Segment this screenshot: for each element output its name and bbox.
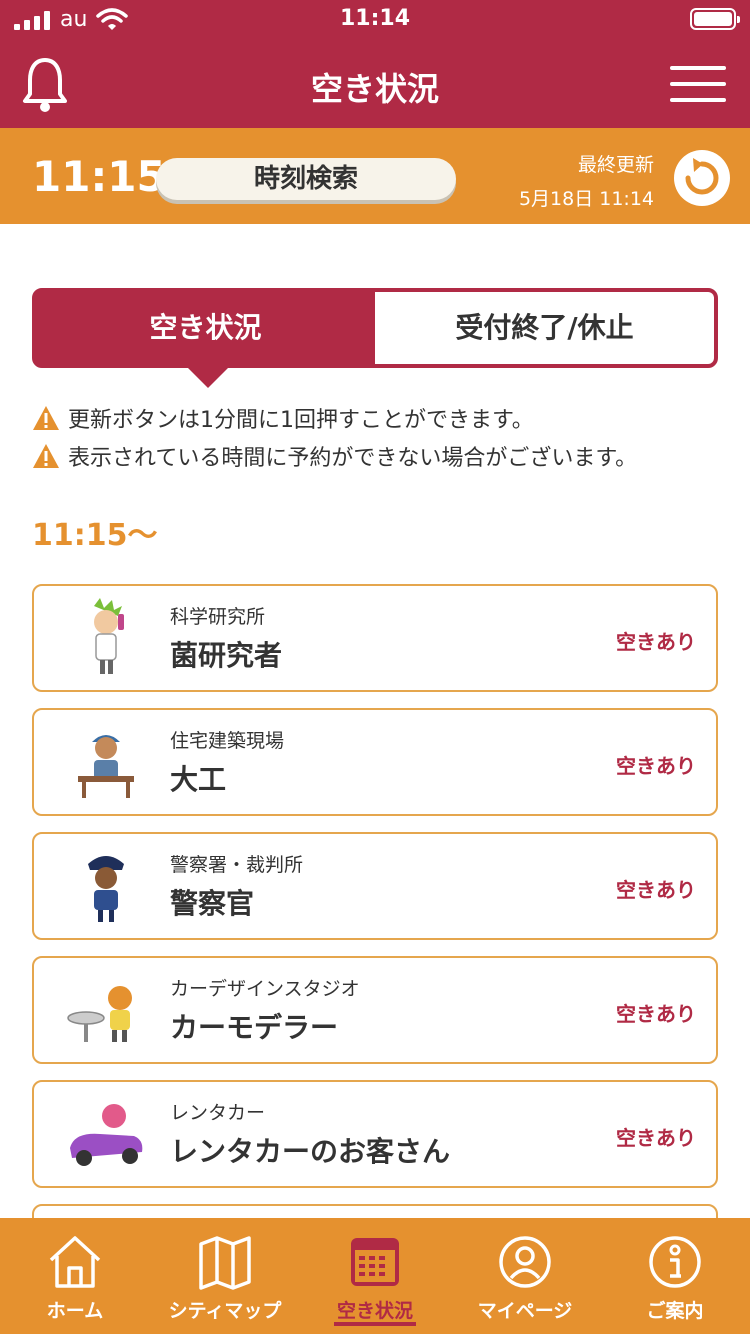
availability-badge: 空きあり <box>616 1126 696 1150</box>
refresh-icon <box>685 158 719 195</box>
status-tabs: 空き状況 受付終了/休止 <box>32 288 718 368</box>
job-card[interactable]: レンタカー レンタカーのお客さん 空きあり <box>32 1080 718 1188</box>
tab-availability[interactable]: 空き状況 <box>36 292 375 364</box>
last-updated-value: 5月18日 11:14 <box>518 188 654 210</box>
last-updated-label: 最終更新 <box>577 154 654 176</box>
nav-home[interactable]: ホーム <box>0 1218 150 1334</box>
card-location: 科学研究所 <box>170 606 266 628</box>
home-icon <box>49 1236 101 1288</box>
tab-closed[interactable]: 受付終了/休止 <box>375 292 714 364</box>
availability-badge: 空きあり <box>616 630 696 654</box>
time-bar: 11:15 時刻検索 最終更新 5月18日 11:14 <box>0 128 750 224</box>
nav-label: ホーム <box>46 1300 104 1322</box>
availability-badge: 空きあり <box>616 1002 696 1026</box>
character-icon <box>67 986 132 1042</box>
calendar-icon <box>351 1238 399 1286</box>
card-job: 菌研究者 <box>170 639 283 672</box>
warning-icon <box>33 444 59 468</box>
nav-city-map[interactable]: シティマップ <box>150 1218 300 1334</box>
current-time: 11:15 <box>32 152 166 201</box>
job-card[interactable]: 住宅建築現場 大工 空きあり <box>32 708 718 816</box>
active-indicator <box>334 1322 416 1326</box>
card-job: カーモデラー <box>170 1011 339 1044</box>
refresh-button[interactable] <box>674 150 730 206</box>
notice-item: 表示されている時間に予約ができない場合がございます。 <box>32 440 637 472</box>
user-icon <box>499 1236 551 1288</box>
availability-badge: 空きあり <box>616 754 696 778</box>
nav-label: 空き状況 <box>336 1300 413 1322</box>
card-location: 住宅建築現場 <box>170 730 285 752</box>
card-job: 大工 <box>170 763 227 796</box>
tab-pointer <box>186 366 230 388</box>
character-icon <box>78 735 134 798</box>
nav-availability[interactable]: 空き状況 <box>300 1218 450 1334</box>
page-title: 空き状況 <box>310 70 439 108</box>
bottom-navigation: ホーム シティマップ 空き状況 マイページ ご案内 <box>0 1218 750 1334</box>
card-location: 警察署・裁判所 <box>170 854 304 876</box>
status-time: 11:14 <box>339 6 411 31</box>
time-search-button[interactable]: 時刻検索 <box>156 158 456 200</box>
job-card[interactable]: 科学研究所 菌研究者 空きあり <box>32 584 718 692</box>
nav-label: ご案内 <box>646 1300 704 1322</box>
card-location: カーデザインスタジオ <box>170 978 360 1000</box>
nav-my-page[interactable]: マイページ <box>450 1218 600 1334</box>
notice-text: 更新ボタンは1分間に1回押すことができます。 <box>68 408 534 433</box>
info-icon <box>649 1236 701 1288</box>
job-card[interactable]: 警察署・裁判所 警察官 空きあり <box>32 832 718 940</box>
availability-badge: 空きあり <box>616 878 696 902</box>
header-bar: au 11:14 空き状況 <box>0 0 750 128</box>
card-location: レンタカー <box>170 1102 266 1124</box>
card-job: レンタカーのお客さん <box>170 1135 451 1168</box>
nav-guide[interactable]: ご案内 <box>600 1218 750 1334</box>
nav-label: マイページ <box>477 1300 573 1322</box>
notice-item: 更新ボタンは1分間に1回押すことができます。 <box>32 402 534 434</box>
nav-label: シティマップ <box>168 1300 282 1322</box>
hamburger-menu-icon[interactable] <box>670 66 726 102</box>
job-card[interactable]: カーデザインスタジオ カーモデラー 空きあり <box>32 956 718 1064</box>
warning-icon <box>33 406 59 430</box>
slot-time-heading: 11:15〜 <box>32 518 158 553</box>
character-icon <box>70 1104 143 1166</box>
character-icon <box>88 856 124 922</box>
character-icon <box>94 598 124 674</box>
battery-icon <box>690 8 740 30</box>
status-bar: au 11:14 <box>0 0 750 40</box>
map-icon <box>199 1236 251 1290</box>
card-job: 警察官 <box>170 887 255 920</box>
notice-text: 表示されている時間に予約ができない場合がございます。 <box>68 446 638 471</box>
